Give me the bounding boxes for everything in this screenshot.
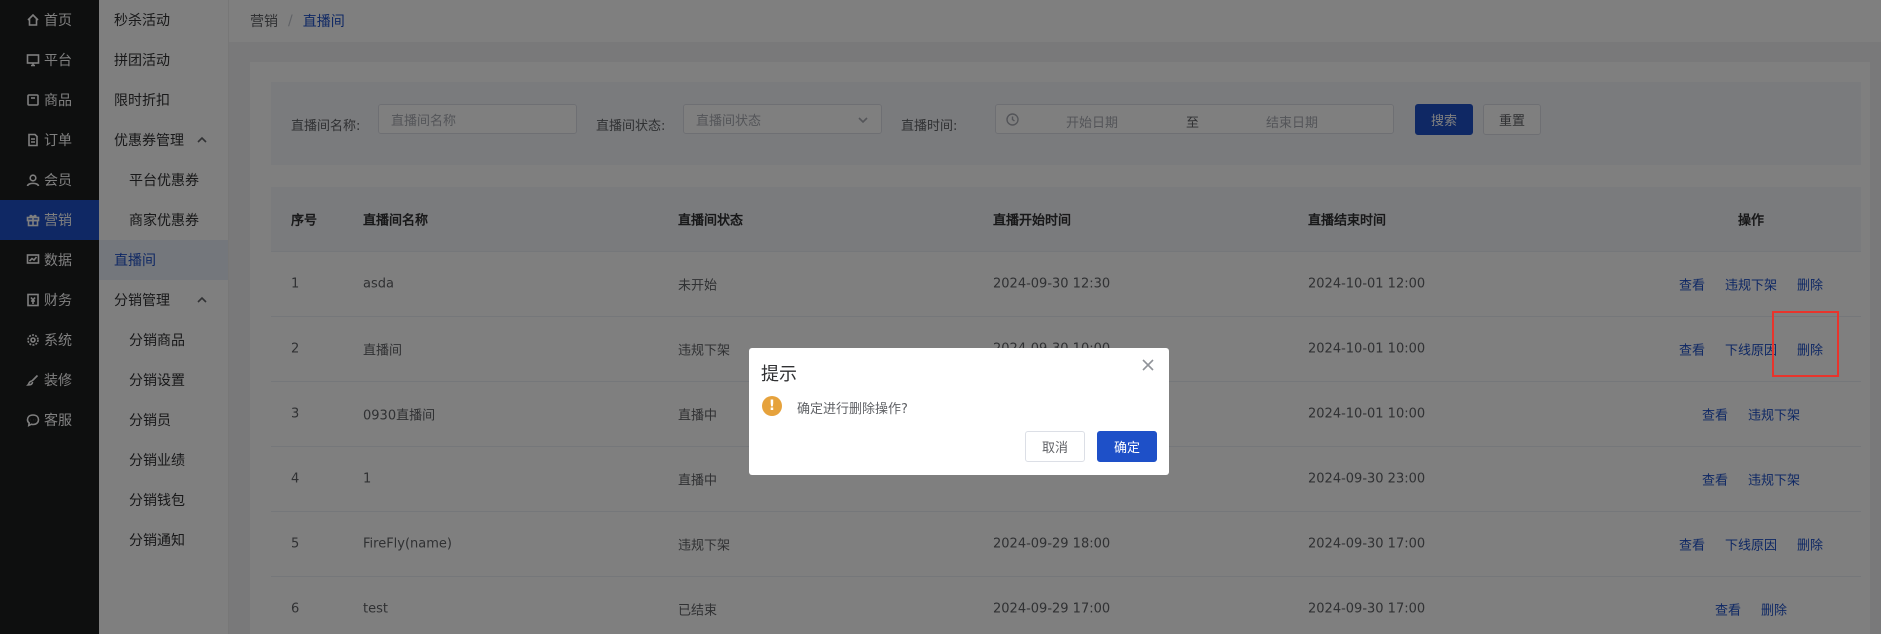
dialog-title: 提示 [761, 364, 797, 385]
warning-icon: ! [762, 396, 782, 416]
confirm-dialog: 提示 ! 确定进行删除操作? 取消 确定 [749, 348, 1169, 475]
cancel-button[interactable]: 取消 [1025, 431, 1085, 462]
dialog-message: 确定进行删除操作? [797, 402, 908, 417]
close-icon[interactable] [1141, 358, 1155, 372]
highlight-box [1772, 311, 1839, 377]
confirm-button[interactable]: 确定 [1097, 431, 1157, 462]
modal-overlay[interactable] [0, 0, 1881, 634]
